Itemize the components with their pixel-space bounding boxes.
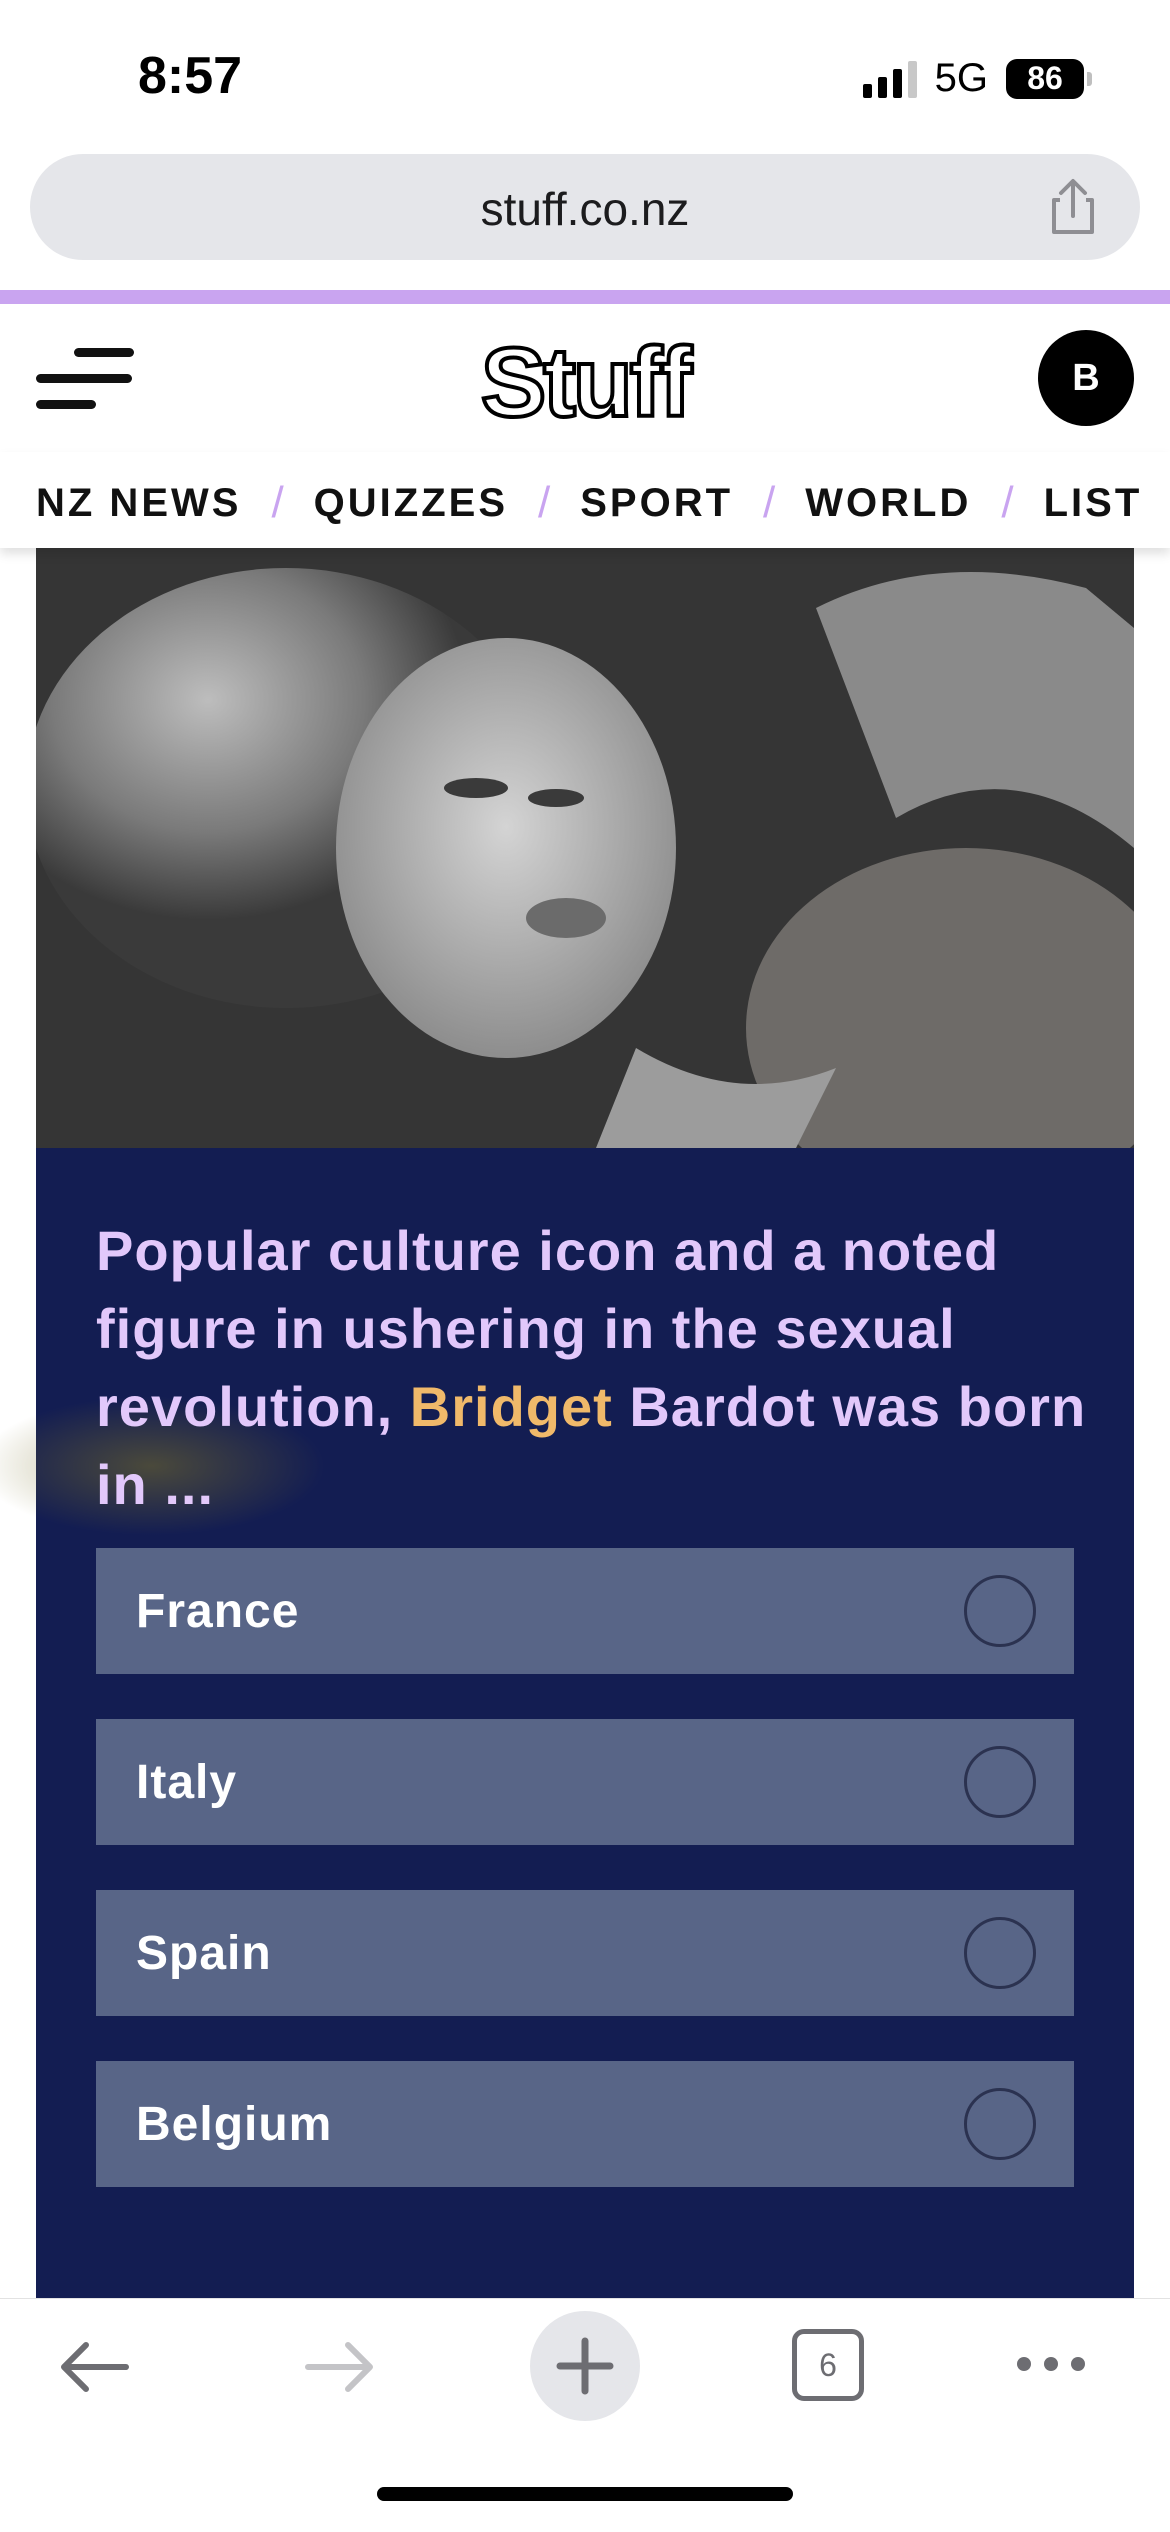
battery-level: 86 — [1006, 58, 1084, 99]
nav-item-list[interactable]: LIST — [1044, 481, 1143, 526]
nav-separator: / — [271, 478, 284, 527]
answer-option-spain[interactable]: Spain — [96, 1890, 1074, 2016]
nav-item-world[interactable]: WORLD — [805, 481, 971, 526]
back-arrow-icon[interactable] — [56, 2337, 132, 2397]
plus-icon — [556, 2337, 614, 2395]
answer-label: Spain — [136, 1927, 272, 1980]
question-highlight-text: Bridget — [409, 1375, 613, 1438]
signal-bars-icon — [862, 60, 917, 98]
answer-label: Belgium — [136, 2098, 333, 2151]
nav-item-sport[interactable]: SPORT — [580, 481, 733, 526]
url-text[interactable]: stuff.co.nz — [30, 182, 1140, 236]
user-avatar[interactable]: B — [1038, 330, 1134, 426]
quiz-photo — [36, 548, 1134, 1148]
nav-item-nz-news[interactable]: NZ NEWS — [36, 481, 241, 526]
quiz-panel: Popular culture icon and a noted figure … — [0, 1148, 1134, 2298]
section-nav: NZ NEWS / QUIZZES / SPORT / WORLD / LIST — [0, 452, 1170, 548]
site-logo[interactable]: Stuff — [0, 325, 1170, 439]
share-icon[interactable] — [1046, 178, 1100, 236]
more-dots-icon[interactable] — [1016, 2351, 1086, 2377]
forward-arrow-icon[interactable] — [302, 2337, 378, 2397]
radio-icon[interactable] — [964, 1917, 1036, 1989]
network-label: 5G — [934, 56, 988, 100]
radio-icon[interactable] — [964, 2088, 1036, 2160]
site-header: Stuff B — [0, 304, 1170, 452]
status-time: 8:57 — [138, 47, 243, 105]
nav-separator: / — [763, 478, 776, 527]
home-indicator — [377, 2487, 793, 2501]
nav-item-quizzes[interactable]: QUIZZES — [314, 481, 508, 526]
nav-separator: / — [538, 478, 551, 527]
address-bar[interactable]: stuff.co.nz — [30, 154, 1140, 260]
answer-label: Italy — [136, 1756, 238, 1809]
status-bar: 8:57 5G 86 — [0, 0, 1170, 150]
nav-separator: / — [1001, 478, 1014, 527]
answer-label: France — [136, 1585, 300, 1638]
battery-icon: 86 — [1006, 58, 1092, 99]
radio-icon[interactable] — [964, 1746, 1036, 1818]
answer-option-belgium[interactable]: Belgium — [96, 2061, 1074, 2187]
answer-option-france[interactable]: France — [96, 1548, 1074, 1674]
tab-count-button[interactable]: 6 — [792, 2329, 864, 2401]
answer-option-italy[interactable]: Italy — [96, 1719, 1074, 1845]
status-indicators: 5G 86 — [862, 56, 1092, 101]
quiz-question: Popular culture icon and a noted figure … — [96, 1212, 1096, 1524]
accent-divider — [0, 290, 1170, 304]
new-tab-button[interactable] — [530, 2311, 640, 2421]
radio-icon[interactable] — [964, 1575, 1036, 1647]
quiz-card: Popular culture icon and a noted figure … — [0, 548, 1134, 2298]
